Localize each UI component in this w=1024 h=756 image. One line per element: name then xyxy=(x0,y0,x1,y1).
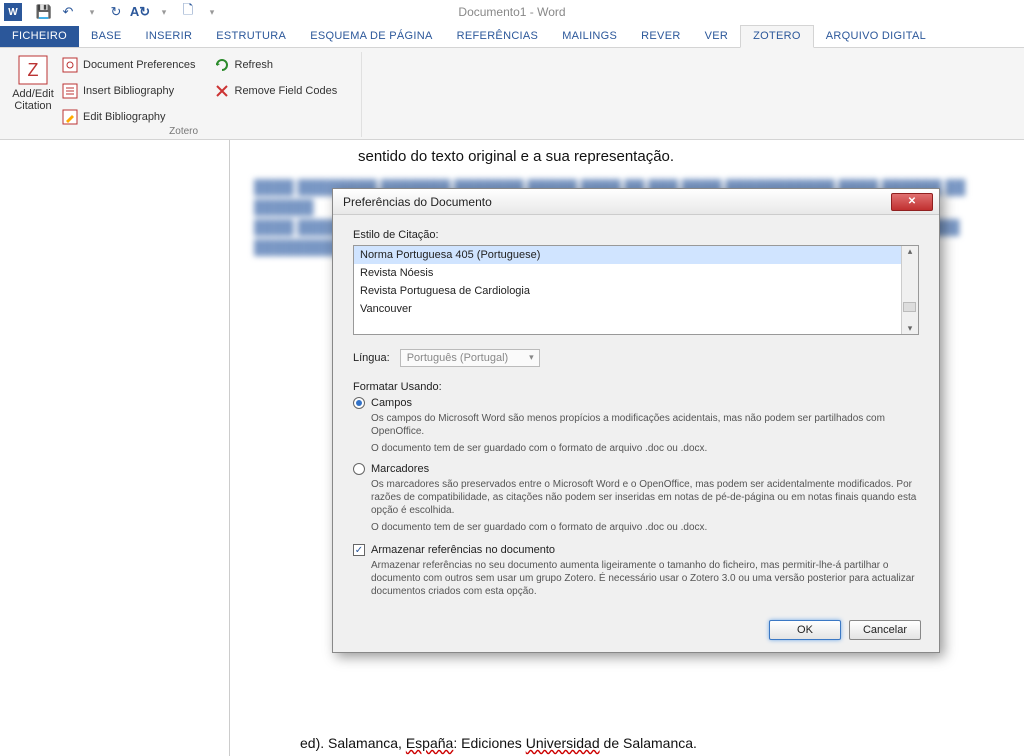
document-text-line: sentido do texto original e a sua repres… xyxy=(358,148,1014,165)
tab-review[interactable]: REVER xyxy=(629,26,692,47)
store-refs-label: Armazenar referências no documento xyxy=(371,544,555,556)
fields-radio-label: Campos xyxy=(371,397,412,409)
dialog-titlebar[interactable]: Preferências do Documento ✕ xyxy=(333,189,939,215)
remove-field-codes-button[interactable]: Remove Field Codes xyxy=(212,80,340,102)
ribbon-group-zotero: Z Add/Edit Citation Document Preferences… xyxy=(6,52,362,137)
tab-page-layout[interactable]: ESQUEMA DE PÁGINA xyxy=(298,26,444,47)
navigation-panel[interactable] xyxy=(0,140,230,756)
style-item[interactable]: Revista Portuguesa de Cardiologia xyxy=(354,282,918,300)
style-item[interactable]: Revista Nóesis xyxy=(354,264,918,282)
language-label: Língua: xyxy=(353,352,390,364)
redo-icon[interactable]: ↻ xyxy=(108,4,124,20)
qat-custom-dropdown-icon[interactable]: ▾ xyxy=(204,4,220,20)
tab-view[interactable]: VER xyxy=(693,26,741,47)
store-refs-description: Armazenar referências no seu documento a… xyxy=(371,559,919,598)
remove-field-codes-label: Remove Field Codes xyxy=(235,85,338,97)
fields-radio[interactable] xyxy=(353,397,365,409)
edit-bibliography-button[interactable]: Edit Bibliography xyxy=(60,106,198,128)
refresh-label: Refresh xyxy=(235,59,274,71)
undo-icon[interactable]: ↶ xyxy=(60,4,76,20)
language-value: Português (Portugal) xyxy=(407,352,509,364)
cancel-button[interactable]: Cancelar xyxy=(849,620,921,640)
title-bar: W 💾 ↶ ▾ ↻ A↻ ▾ 🗋 ▾ Documento1 - Word xyxy=(0,0,1024,24)
language-combobox[interactable]: Português (Portugal) xyxy=(400,349,540,367)
ribbon-group-label: Zotero xyxy=(6,126,361,137)
ribbon-tabs: FICHEIRO BASE INSERIR ESTRUTURA ESQUEMA … xyxy=(0,24,1024,48)
tab-zotero[interactable]: ZOTERO xyxy=(740,25,814,48)
fields-description-1: Os campos do Microsoft Word são menos pr… xyxy=(371,412,919,438)
close-icon: ✕ xyxy=(908,196,916,207)
add-edit-citation-button[interactable]: Z Add/Edit Citation xyxy=(6,52,60,128)
zotero-citation-icon: Z xyxy=(17,54,49,86)
edit-bibliography-label: Edit Bibliography xyxy=(83,111,166,123)
qat-dropdown-icon[interactable]: ▾ xyxy=(156,4,172,20)
bookmarks-radio[interactable] xyxy=(353,463,365,475)
tab-references[interactable]: REFERÊNCIAS xyxy=(445,26,551,47)
scrollbar-thumb[interactable] xyxy=(903,302,916,312)
quick-access-toolbar: W 💾 ↶ ▾ ↻ A↻ ▾ 🗋 ▾ xyxy=(4,3,220,21)
refresh-button[interactable]: Refresh xyxy=(212,54,340,76)
edit-bib-icon xyxy=(62,109,78,125)
save-icon[interactable]: 💾 xyxy=(36,4,52,20)
insert-bibliography-button[interactable]: Insert Bibliography xyxy=(60,80,198,102)
dialog-title: Preferências do Documento xyxy=(343,195,492,209)
word-app-icon: W xyxy=(4,3,22,21)
style-item-selected[interactable]: Norma Portuguesa 405 (Portuguese) xyxy=(354,246,918,264)
fields-description-2: O documento tem de ser guardado com o fo… xyxy=(371,442,919,455)
repeat-icon[interactable]: A↻ xyxy=(132,4,148,20)
citation-style-listbox[interactable]: Norma Portuguesa 405 (Portuguese) Revist… xyxy=(353,245,919,335)
tab-arquivo-digital[interactable]: ARQUIVO DIGITAL xyxy=(814,26,938,47)
ok-button[interactable]: OK xyxy=(769,620,841,640)
insert-bibliography-label: Insert Bibliography xyxy=(83,85,174,97)
listbox-scrollbar[interactable] xyxy=(901,246,918,334)
tab-home[interactable]: BASE xyxy=(79,26,134,47)
new-doc-icon[interactable]: 🗋 xyxy=(180,4,196,20)
format-using-label: Formatar Usando: xyxy=(353,381,919,393)
window-title: Documento1 - Word xyxy=(458,5,565,19)
add-edit-citation-label: Add/Edit Citation xyxy=(12,88,54,112)
close-button[interactable]: ✕ xyxy=(891,193,933,211)
bookmarks-radio-label: Marcadores xyxy=(371,463,429,475)
svg-text:Z: Z xyxy=(28,60,39,80)
document-preferences-dialog: Preferências do Documento ✕ Estilo de Ci… xyxy=(332,188,940,653)
gear-icon xyxy=(62,57,78,73)
tab-insert[interactable]: INSERIR xyxy=(134,26,205,47)
style-item[interactable]: Vancouver xyxy=(354,300,918,318)
undo-dropdown-icon[interactable]: ▾ xyxy=(84,4,100,20)
tab-mailings[interactable]: MAILINGS xyxy=(550,26,629,47)
store-refs-checkbox[interactable]: ✓ xyxy=(353,544,365,556)
insert-bib-icon xyxy=(62,83,78,99)
citation-style-label: Estilo de Citação: xyxy=(353,229,919,241)
remove-codes-icon xyxy=(214,83,230,99)
document-preferences-button[interactable]: Document Preferences xyxy=(60,54,198,76)
document-preferences-label: Document Preferences xyxy=(83,59,196,71)
tab-structure[interactable]: ESTRUTURA xyxy=(204,26,298,47)
tab-file[interactable]: FICHEIRO xyxy=(0,26,79,47)
bookmarks-description-1: Os marcadores são preservados entre o Mi… xyxy=(371,478,919,517)
document-reference-line: ed). Salamanca, España: Ediciones Univer… xyxy=(300,735,1014,751)
ribbon-body: Z Add/Edit Citation Document Preferences… xyxy=(0,48,1024,140)
refresh-icon xyxy=(214,57,230,73)
bookmarks-description-2: O documento tem de ser guardado com o fo… xyxy=(371,521,919,534)
